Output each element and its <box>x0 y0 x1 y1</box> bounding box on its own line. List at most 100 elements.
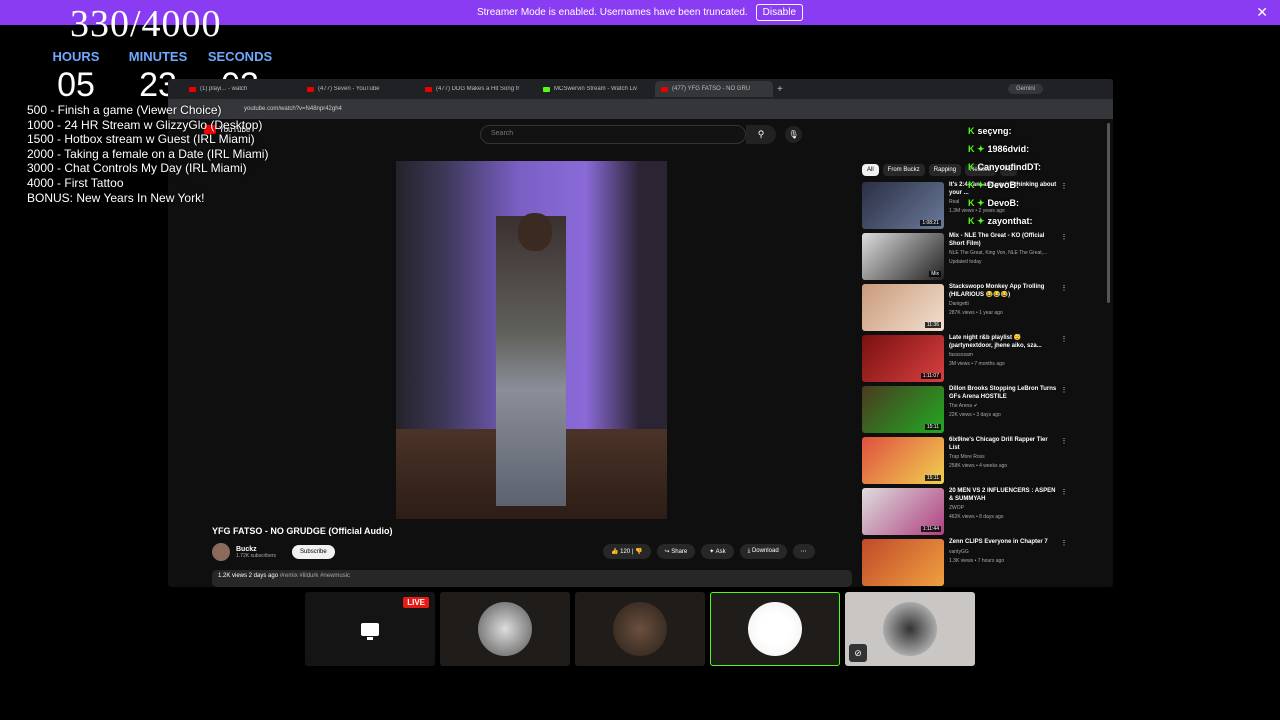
subscriber-count: 1.72K subscribers <box>236 552 277 559</box>
video-thumbnail[interactable]: Mix <box>862 233 944 280</box>
video-duration: 11:36 <box>924 322 941 328</box>
browser-window: (1) playi... - watch (477) Seven - YouTu… <box>168 79 1113 587</box>
video-item-channel: Trap More Ross <box>949 454 985 460</box>
more-options-icon[interactable]: ⋮ <box>1059 233 1069 284</box>
browser-tab[interactable]: (1) playi... - watch <box>183 86 301 92</box>
new-tab-icon[interactable]: + <box>777 84 783 95</box>
participant-tile[interactable] <box>575 592 705 666</box>
recommended-video[interactable]: 1:11:44 20 MEN VS 2 INFLUENCERS : ASPEN &… <box>862 488 1069 539</box>
video-duration: Mix <box>929 271 941 277</box>
download-button[interactable]: ⤓ Download <box>739 544 787 559</box>
recommended-video[interactable]: 11:36 Stackswopo Monkey App Trolling (HIL… <box>862 284 1069 335</box>
chat-message: K ✦ zayonthat: <box>968 216 1033 226</box>
video-info: Zenn CLIPS Everyone in Chapter 7 vantyGG 1… <box>949 539 1059 587</box>
avatar <box>883 602 937 656</box>
more-options-icon[interactable]: ⋮ <box>1059 386 1069 437</box>
more-options-icon[interactable]: ⋮ <box>1059 284 1069 335</box>
video-thumbnail[interactable]: 15:11 <box>862 386 944 433</box>
recommended-video[interactable]: 15:11 Dillon Brooks Stopping LeBron Turns… <box>862 386 1069 437</box>
video-item-title: 20 MEN VS 2 INFLUENCERS : ASPEN & SUMMYA… <box>949 488 1056 502</box>
browser-tab[interactable]: (477) DDG Makes a Hit Song fr <box>419 86 537 92</box>
goal-item: 3000 - Chat Controls My Day (IRL Miami) <box>27 161 247 176</box>
video-info: Mix - NLE The Great - KO (Official Short… <box>949 233 1059 284</box>
chat-message: K ✦ DevoB: <box>968 180 1020 190</box>
goal-item: BONUS: New Years In New York! <box>27 190 205 205</box>
video-info: 20 MEN VS 2 INFLUENCERS : ASPEN & SUMMYA… <box>949 488 1059 539</box>
screen-share-tile[interactable]: LIVE <box>305 592 435 666</box>
scrollbar[interactable] <box>1107 123 1110 303</box>
goal-item: 500 - Finish a game (Viewer Choice) <box>27 103 222 117</box>
video-thumbnail[interactable]: 15:11 <box>862 437 944 484</box>
chat-message: Kseçvng: <box>968 126 1012 136</box>
video-item-channel: fasssosam <box>949 352 973 358</box>
video-item-meta: 462K views • 8 days ago <box>949 514 1004 520</box>
video-item-title: Dillon Brooks Stopping LeBron Turns GFs … <box>949 386 1057 400</box>
video-item-meta: 258K views • 4 weeks ago <box>949 463 1008 469</box>
more-options-icon[interactable]: ⋮ <box>1059 437 1069 488</box>
like-button[interactable]: 👍 120 | 👎 <box>603 544 651 559</box>
goal-item: 1500 - Hotbox stream w Guest (IRL Miami) <box>27 132 255 147</box>
video-thumbnail[interactable]: 11:36 <box>862 284 944 331</box>
video-duration: 1:08:21 <box>920 220 941 226</box>
participant-tile[interactable]: ⊘ <box>845 592 975 666</box>
browser-tab[interactable]: MCSwervin Stream - Watch Liv <box>537 86 655 92</box>
browser-tab-active[interactable]: (477) YFG FATSO - NO GRU <box>655 81 773 97</box>
video-thumbnail[interactable]: 1:11:07 <box>862 335 944 382</box>
video-item-meta: 3M views • 7 months ago <box>949 361 1005 367</box>
video-item-meta: 287K views • 1 year ago <box>949 310 1003 316</box>
avatar <box>478 602 532 656</box>
search-input[interactable]: Search <box>480 125 746 144</box>
video-item-meta: 22K views • 3 days ago <box>949 412 1001 418</box>
browser-tab[interactable]: (477) Seven - YouTube <box>301 86 419 92</box>
disable-button[interactable]: Disable <box>755 4 804 21</box>
video-info: Stackswopo Monkey App Trolling (HILARIOU… <box>949 284 1059 335</box>
video-thumbnail[interactable] <box>862 539 944 586</box>
video-title: YFG FATSO - NO GRUDGE (Official Audio) <box>212 526 393 536</box>
recommended-video[interactable]: Zenn CLIPS Everyone in Chapter 7 vantyGG 1… <box>862 539 1069 587</box>
chip-from-buckz[interactable]: From Buckz <box>882 164 925 176</box>
more-options-icon[interactable]: ⋮ <box>1059 488 1069 539</box>
subscribe-button[interactable]: Subscribe <box>292 545 335 559</box>
video-thumbnail[interactable]: 1:11:44 <box>862 488 944 535</box>
gemini-button[interactable]: Gemini <box>1007 84 1043 94</box>
camera-off-icon: ⊘ <box>849 644 867 662</box>
participant-tiles: LIVE ⊘ <box>305 592 975 666</box>
chat-message: K ✦ DevoB: <box>968 198 1020 208</box>
more-options-icon[interactable]: ⋮ <box>1059 335 1069 386</box>
goal-list: 500 - Finish a game (Viewer Choice) 1000… <box>27 103 268 205</box>
ask-button[interactable]: ✦ Ask <box>701 544 734 559</box>
chat-overlay: Kseçvng: K ✦ 1986dvid: K CanyoufindDT: K ✦… <box>968 122 1041 230</box>
minutes-label: MINUTES <box>128 49 188 64</box>
video-thumbnail[interactable]: 1:08:21 <box>862 182 944 229</box>
chip-rapping[interactable]: Rapping <box>928 164 962 176</box>
video-item-channel: Danigetti <box>949 301 969 307</box>
search-icon[interactable]: ⚲ <box>746 125 776 144</box>
chat-message: K CanyoufindDT: <box>968 162 1041 172</box>
participant-tile[interactable] <box>440 592 570 666</box>
mic-icon[interactable]: 🎙 <box>785 126 802 143</box>
recommended-video[interactable]: 1:11:07 Late night r&b playlist 😴 (partyn… <box>862 335 1069 386</box>
close-icon[interactable]: ✕ <box>1256 4 1268 21</box>
video-player[interactable] <box>396 161 667 519</box>
more-options-icon[interactable]: ⋮ <box>1059 182 1069 233</box>
video-actions: 👍 120 | 👎 ↪ Share ✦ Ask ⤓ Download ⋯ <box>603 544 815 559</box>
video-item-meta: 1.3K views • 7 hours ago <box>949 557 1005 564</box>
recommended-video[interactable]: 15:11 6ix9ine's Chicago Drill Rapper Tier… <box>862 437 1069 488</box>
more-options-icon[interactable]: ⋯ <box>792 544 815 559</box>
video-item-channel: ZWOP <box>949 505 964 511</box>
banner-text: Streamer Mode is enabled. Usernames have… <box>476 7 748 18</box>
live-badge: LIVE <box>403 597 429 608</box>
channel-name[interactable]: Buckz <box>236 546 276 553</box>
share-button[interactable]: ↪ Share <box>656 544 696 559</box>
address-bar[interactable]: youtube.com/watch?v=N48npr42gh4 <box>168 99 1113 119</box>
participant-tile-selected[interactable] <box>710 592 840 666</box>
youtube-icon <box>307 86 314 92</box>
description-box[interactable]: 1.2K views 2 days ago #remix #lildurk #n… <box>212 570 852 587</box>
chip-all[interactable]: All <box>862 164 879 176</box>
goal-item: 1000 - 24 HR Stream w GlizzyGlo (Desktop… <box>27 117 263 132</box>
more-options-icon[interactable]: ⋮ <box>1059 539 1069 587</box>
video-item-title: Zenn CLIPS Everyone in Chapter 7 <box>949 539 1048 545</box>
recommended-video[interactable]: Mix Mix - NLE The Great - KO (Official Sh… <box>862 233 1069 284</box>
channel-avatar[interactable] <box>212 543 230 561</box>
chat-message: K ✦ 1986dvid: <box>968 144 1030 154</box>
